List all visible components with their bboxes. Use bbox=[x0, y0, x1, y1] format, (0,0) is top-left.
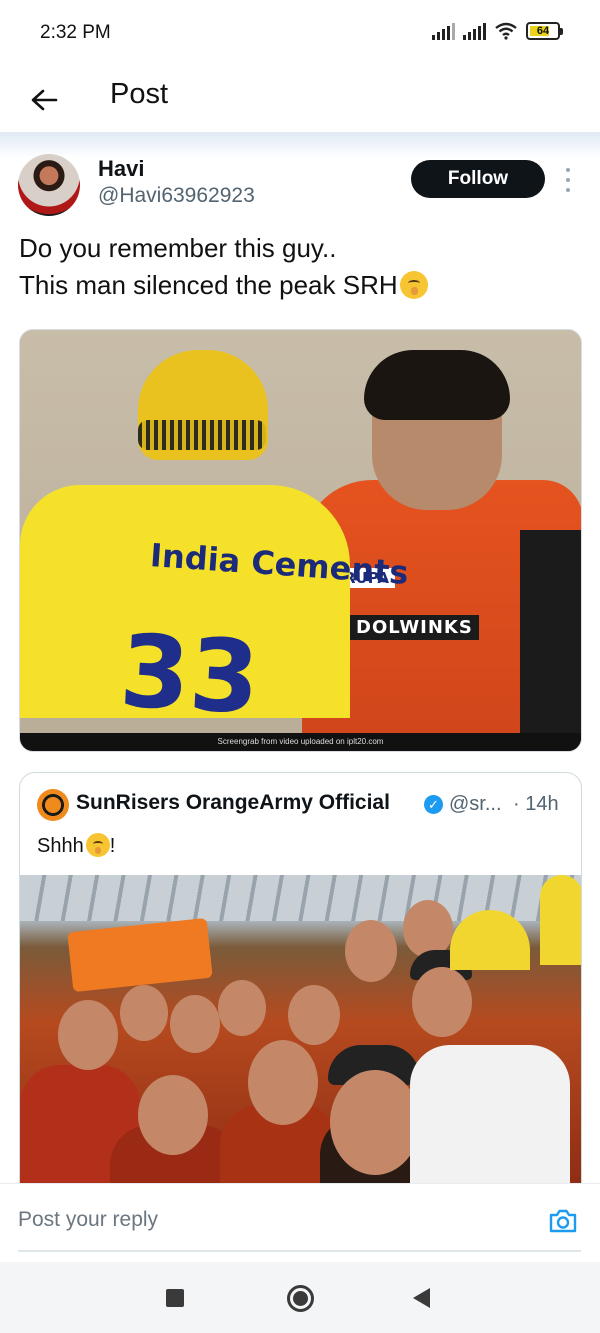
battery-level: 64 bbox=[536, 25, 550, 37]
fan-face bbox=[138, 1075, 208, 1155]
more-options-icon[interactable] bbox=[560, 168, 576, 192]
system-nav-bar bbox=[0, 1262, 600, 1333]
status-bar: 2:32 PM 64 bbox=[0, 0, 600, 66]
status-time: 2:32 PM bbox=[40, 22, 111, 43]
post-author-row: Havi @Havi63962923 Follow bbox=[0, 150, 600, 222]
image-caption: Screengrab from video uploaded on iplt20… bbox=[20, 733, 581, 751]
fan-face bbox=[218, 980, 266, 1036]
helmet-grill bbox=[138, 420, 266, 450]
fan-face bbox=[330, 1070, 420, 1175]
quoted-author-handle: @sr... bbox=[449, 793, 502, 815]
page-title: Post bbox=[110, 78, 169, 110]
fan-face bbox=[248, 1040, 318, 1125]
fan-face bbox=[120, 985, 168, 1041]
reply-divider bbox=[18, 1250, 581, 1252]
post-text-line-2: This man silenced the peak SRH bbox=[19, 270, 398, 300]
team-flag bbox=[67, 917, 213, 993]
shushing-face-emoji-icon bbox=[85, 833, 110, 857]
fan-face bbox=[288, 985, 340, 1045]
quoted-author-name: SunRisers OrangeArmy Official bbox=[76, 791, 390, 814]
back-button[interactable] bbox=[24, 80, 64, 120]
author-handle[interactable]: @Havi63962923 bbox=[98, 184, 255, 208]
battery-icon: 64 bbox=[526, 22, 563, 40]
post-image[interactable]: RUPA DOLWINKS India Cements 33 Screengra… bbox=[19, 329, 582, 752]
fan-face bbox=[170, 995, 220, 1053]
jersey-sleeve bbox=[520, 530, 581, 751]
status-icons: 64 bbox=[432, 22, 563, 40]
camera-icon[interactable] bbox=[548, 1208, 578, 1234]
author-name[interactable]: Havi bbox=[98, 156, 144, 182]
quoted-post-text: Shhh! bbox=[37, 833, 115, 858]
fan-shirt bbox=[410, 1045, 570, 1201]
fan-face bbox=[345, 920, 397, 982]
quoted-post-time: · 14h bbox=[513, 793, 559, 815]
avatar bbox=[37, 789, 69, 821]
post-text-line: Do you remember this guy.. bbox=[19, 233, 337, 263]
quoted-text: Shhh bbox=[37, 835, 84, 857]
signal-icon bbox=[432, 22, 455, 40]
post-text-line: This man silenced the peak SRH bbox=[19, 267, 579, 304]
fan-shirt bbox=[540, 875, 581, 965]
post-text: Do you remember this guy.. This man sile… bbox=[19, 230, 579, 304]
signal-icon bbox=[463, 22, 486, 40]
fan-face bbox=[58, 1000, 118, 1070]
arrow-left-icon bbox=[31, 89, 58, 111]
quoted-text-suffix: ! bbox=[109, 835, 116, 857]
home-circle-icon[interactable] bbox=[287, 1285, 314, 1312]
wifi-icon bbox=[495, 22, 517, 40]
jersey-sponsor: DOLWINKS bbox=[350, 615, 479, 640]
quoted-post-image[interactable] bbox=[20, 875, 581, 1201]
player-hair bbox=[364, 350, 510, 420]
recents-square-icon[interactable] bbox=[166, 1289, 184, 1307]
quoted-post[interactable]: SunRisers OrangeArmy Official ✓ @sr... ·… bbox=[19, 772, 582, 1202]
app-header: Post bbox=[0, 66, 600, 130]
jersey-number: 33 bbox=[117, 612, 263, 737]
shushing-face-emoji-icon bbox=[399, 271, 428, 299]
verified-badge-icon: ✓ bbox=[424, 795, 443, 814]
avatar[interactable] bbox=[18, 154, 80, 216]
back-triangle-icon[interactable] bbox=[413, 1288, 430, 1308]
follow-button[interactable]: Follow bbox=[411, 160, 545, 198]
fan-face bbox=[412, 967, 472, 1037]
reply-input[interactable] bbox=[18, 1208, 518, 1232]
reply-bar bbox=[0, 1183, 600, 1251]
